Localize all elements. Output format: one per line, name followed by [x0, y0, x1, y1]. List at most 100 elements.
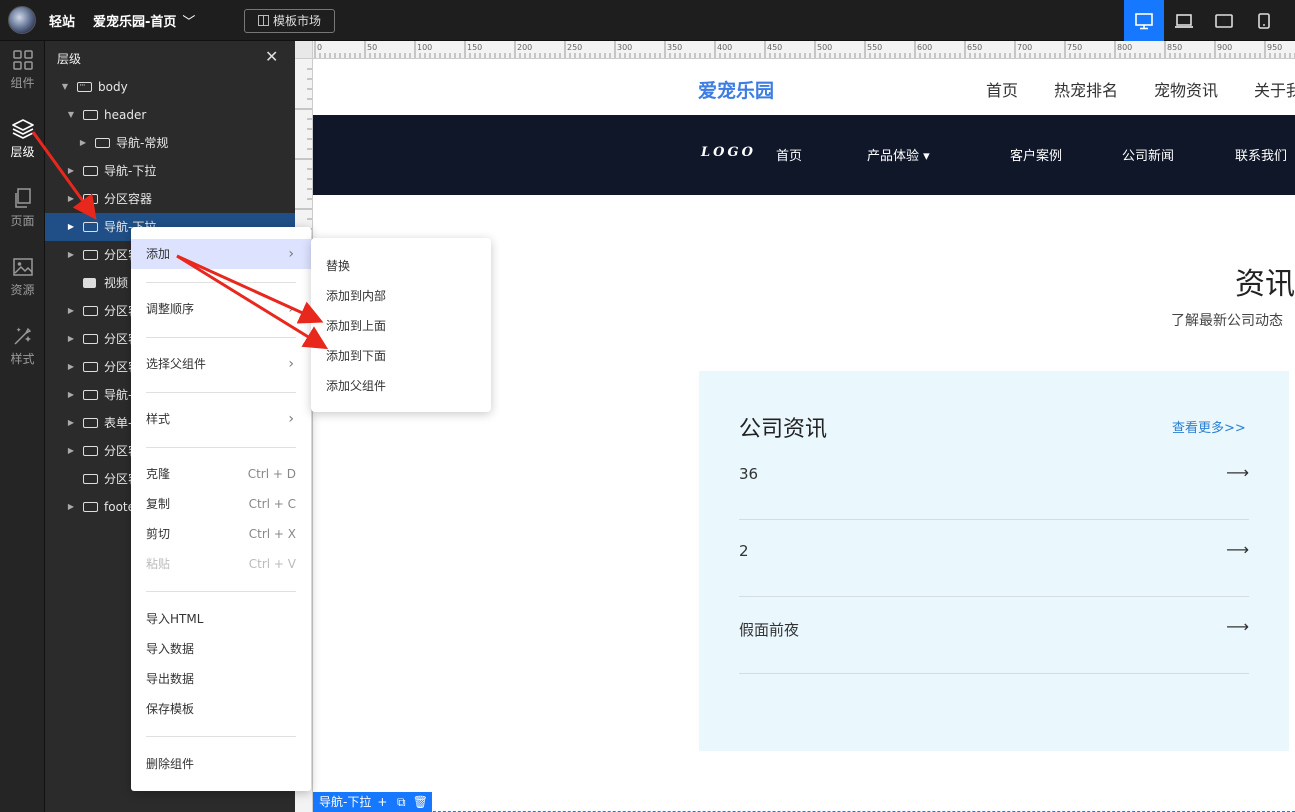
menu-item-label: 复制	[146, 497, 171, 511]
menu-divider	[146, 736, 296, 737]
view-more-link[interactable]: 查看更多>>	[1172, 417, 1246, 436]
caret-right-icon[interactable]: ▶	[66, 297, 76, 325]
copy-icon[interactable]: ⧉	[393, 792, 409, 812]
user-avatar[interactable]	[8, 6, 36, 34]
caret-down-icon[interactable]: ▼	[66, 101, 76, 129]
caret-right-icon[interactable]: ▶	[78, 129, 88, 157]
caret-right-icon[interactable]: ▶	[66, 325, 76, 353]
top-nav-item[interactable]: 宠物资讯	[1154, 77, 1218, 101]
top-nav-item[interactable]: 热宠排名	[1054, 77, 1118, 101]
tree-row-header[interactable]: ▼ header	[45, 101, 295, 129]
brand-name: 轻站	[49, 15, 76, 30]
container-icon	[83, 194, 98, 204]
ruler-label: 150	[467, 43, 482, 52]
caret-right-icon[interactable]: ▶	[66, 493, 76, 521]
shortcut-label: Ctrl + V	[248, 557, 296, 571]
site-logo-text[interactable]: 爱宠乐园	[698, 76, 774, 103]
mobile-view-button[interactable]	[1244, 0, 1284, 41]
menu-item-export-data[interactable]: 导出数据	[131, 664, 311, 694]
desktop-view-button[interactable]	[1124, 0, 1164, 41]
container-icon	[83, 446, 98, 456]
tablet-view-button[interactable]	[1204, 0, 1244, 41]
caret-right-icon[interactable]: ▶	[66, 213, 76, 241]
tree-row-nav-dropdown[interactable]: ▶ 导航-下拉	[45, 157, 295, 185]
grid-icon	[12, 50, 33, 70]
menu-item-label: 粘贴	[146, 557, 171, 571]
menu-item-style[interactable]: 样式 ›	[131, 404, 311, 434]
caret-right-icon[interactable]: ▶	[66, 409, 76, 437]
rail-item-assets[interactable]: 资源	[0, 248, 45, 308]
menu-item-save-template[interactable]: 保存模板	[131, 694, 311, 724]
rail-label: 组件	[10, 76, 35, 90]
menu-item-delete[interactable]: 删除组件	[131, 749, 311, 779]
tree-row-body[interactable]: ▼ body	[45, 73, 295, 101]
news-card[interactable]: 公司资讯 查看更多>> 36 ⟶ 2 ⟶ 假面前夜 ⟶	[699, 371, 1289, 751]
dropdown-nav-bar[interactable]: LOGO 首页 产品体验 ▾ 客户案例 公司新闻 联系我们	[313, 115, 1295, 195]
caret-down-icon[interactable]: ▼	[60, 73, 70, 101]
menu-item-import-html[interactable]: 导入HTML	[131, 604, 311, 634]
top-nav-item[interactable]: 首页	[986, 77, 1018, 101]
ruler-label: 250	[567, 43, 582, 52]
submenu-item-replace[interactable]: 替换	[311, 251, 491, 281]
menu-item-add[interactable]: 添加 ›	[131, 239, 311, 269]
menu-item-reorder[interactable]: 调整顺序 ›	[131, 294, 311, 324]
news-item[interactable]: 假面前夜 ⟶	[739, 597, 1249, 674]
menu-divider	[146, 337, 296, 338]
close-icon[interactable]: ✕	[265, 47, 278, 66]
top-nav-item[interactable]: 关于我	[1254, 77, 1295, 101]
image-icon	[12, 258, 33, 276]
template-market-button[interactable]: 模板市场	[244, 9, 335, 33]
ruler-label: 0	[317, 43, 322, 52]
site-header[interactable]: 爱宠乐园 首页 热宠排名 宠物资讯 关于我	[313, 59, 1295, 115]
rail-item-layers[interactable]: 层级	[0, 110, 45, 170]
menu-item-select-parent[interactable]: 选择父组件 ›	[131, 349, 311, 379]
dark-nav-item-dropdown[interactable]: 产品体验 ▾	[867, 145, 930, 164]
plus-icon[interactable]: +	[374, 792, 390, 812]
rail-item-components[interactable]: 组件	[0, 41, 45, 101]
dark-nav-item[interactable]: 联系我们	[1235, 145, 1287, 164]
ruler-label: 400	[717, 43, 732, 52]
selected-component-tag[interactable]: 导航-下拉 + ⧉ 🗑	[313, 792, 433, 812]
caret-right-icon[interactable]: ▶	[66, 353, 76, 381]
ruler-label: 900	[1217, 43, 1232, 52]
container-icon	[77, 73, 92, 100]
design-canvas[interactable]: 爱宠乐园 首页 热宠排名 宠物资讯 关于我 LOGO 首页 产品体验 ▾ 客户案…	[313, 59, 1295, 812]
site-selector[interactable]: 爱宠乐园-首页 ﹀	[93, 11, 195, 30]
dark-nav-item[interactable]: 客户案例	[1010, 145, 1062, 164]
caret-right-icon[interactable]: ▶	[66, 241, 76, 269]
ruler-label: 100	[417, 43, 432, 52]
trash-icon[interactable]: 🗑	[412, 792, 428, 812]
logo-mark[interactable]: LOGO	[701, 145, 756, 160]
news-item[interactable]: 2 ⟶	[739, 520, 1249, 597]
caret-right-icon[interactable]: ▶	[66, 157, 76, 185]
rail-item-pages[interactable]: 页面	[0, 179, 45, 239]
add-submenu: 替换 添加到内部 添加到上面 添加到下面 添加父组件	[311, 238, 491, 412]
caret-right-icon[interactable]: ▶	[66, 381, 76, 409]
tree-row-nav-regular[interactable]: ▶ 导航-常规	[45, 129, 295, 157]
container-icon	[83, 362, 98, 372]
caret-right-icon[interactable]: ▶	[66, 437, 76, 465]
news-item[interactable]: 36 ⟶	[739, 443, 1249, 520]
dark-nav-item[interactable]: 公司新闻	[1122, 145, 1174, 164]
submenu-item-add-below[interactable]: 添加到下面	[311, 341, 491, 371]
menu-item-cut[interactable]: 剪切 Ctrl + X	[131, 519, 311, 549]
rail-item-styles[interactable]: 样式	[0, 317, 45, 377]
caret-right-icon[interactable]: ▶	[66, 185, 76, 213]
tree-row-section[interactable]: ▶ 分区容器	[45, 185, 295, 213]
dark-nav-item[interactable]: 首页	[776, 145, 802, 164]
container-icon	[83, 418, 98, 428]
menu-item-label: 克隆	[146, 467, 171, 481]
menu-divider	[146, 591, 296, 592]
submenu-item-add-inside[interactable]: 添加到内部	[311, 281, 491, 311]
submenu-item-add-above[interactable]: 添加到上面	[311, 311, 491, 341]
laptop-view-button[interactable]	[1164, 0, 1204, 41]
menu-item-copy[interactable]: 复制 Ctrl + C	[131, 489, 311, 519]
news-item-text: 假面前夜	[739, 621, 800, 639]
menu-item-import-data[interactable]: 导入数据	[131, 634, 311, 664]
submenu-item-add-parent[interactable]: 添加父组件	[311, 371, 491, 401]
menu-item-clone[interactable]: 克隆 Ctrl + D	[131, 459, 311, 489]
ruler-label: 300	[617, 43, 632, 52]
menu-item-label: 导入HTML	[146, 612, 204, 626]
rail-label: 资源	[10, 283, 35, 297]
arrow-right-icon: ⟶	[1226, 617, 1249, 636]
